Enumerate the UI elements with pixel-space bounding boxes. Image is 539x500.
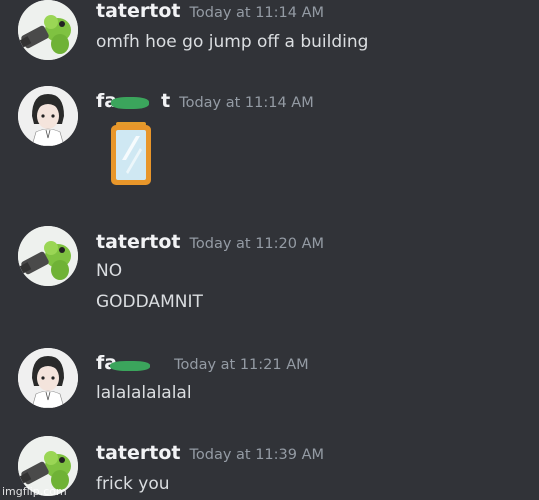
username[interactable]: tatertot	[96, 231, 180, 253]
green-caterpillar-avatar-icon	[18, 0, 78, 60]
message-header: fa Today at 11:21 AM	[96, 352, 309, 376]
username[interactable]: tatertot	[96, 442, 180, 464]
anime-boy-avatar-icon	[18, 348, 78, 408]
message-header: tatertot Today at 11:20 AM	[96, 231, 324, 255]
message-text: NO	[96, 261, 123, 281]
censor-scribble	[111, 97, 149, 109]
message-text: frick you	[96, 474, 170, 494]
timestamp: Today at 11:20 AM	[189, 236, 325, 252]
username-tail: t	[161, 90, 171, 112]
message-text: lalalalalalal	[96, 383, 192, 403]
user-avatar[interactable]	[18, 0, 78, 60]
message-header: tatertot Today at 11:39 AM	[96, 442, 324, 466]
censor-scribble	[110, 361, 150, 371]
green-caterpillar-avatar-icon	[18, 226, 78, 286]
timestamp: Today at 11:39 AM	[189, 447, 325, 463]
username-censored[interactable]: fa	[96, 352, 165, 374]
message-header: fa t Today at 11:14 AM	[96, 90, 314, 114]
mirror-emoji-icon	[111, 122, 151, 185]
message-text: omfh hoe go jump off a building	[96, 32, 369, 52]
timestamp: Today at 11:21 AM	[174, 357, 309, 373]
user-avatar[interactable]	[18, 226, 78, 286]
username[interactable]: tatertot	[96, 0, 180, 22]
timestamp: Today at 11:14 AM	[179, 95, 314, 111]
message-header: tatertot Today at 11:14 AM	[96, 0, 324, 24]
username-censored[interactable]: fa t	[96, 90, 170, 112]
anime-boy-avatar-icon	[18, 86, 78, 146]
user-avatar[interactable]	[18, 86, 78, 146]
timestamp: Today at 11:14 AM	[189, 5, 325, 21]
imgflip-watermark: imgflip.com	[2, 485, 67, 498]
user-avatar[interactable]	[18, 348, 78, 408]
message-text: GODDAMNIT	[96, 292, 203, 312]
